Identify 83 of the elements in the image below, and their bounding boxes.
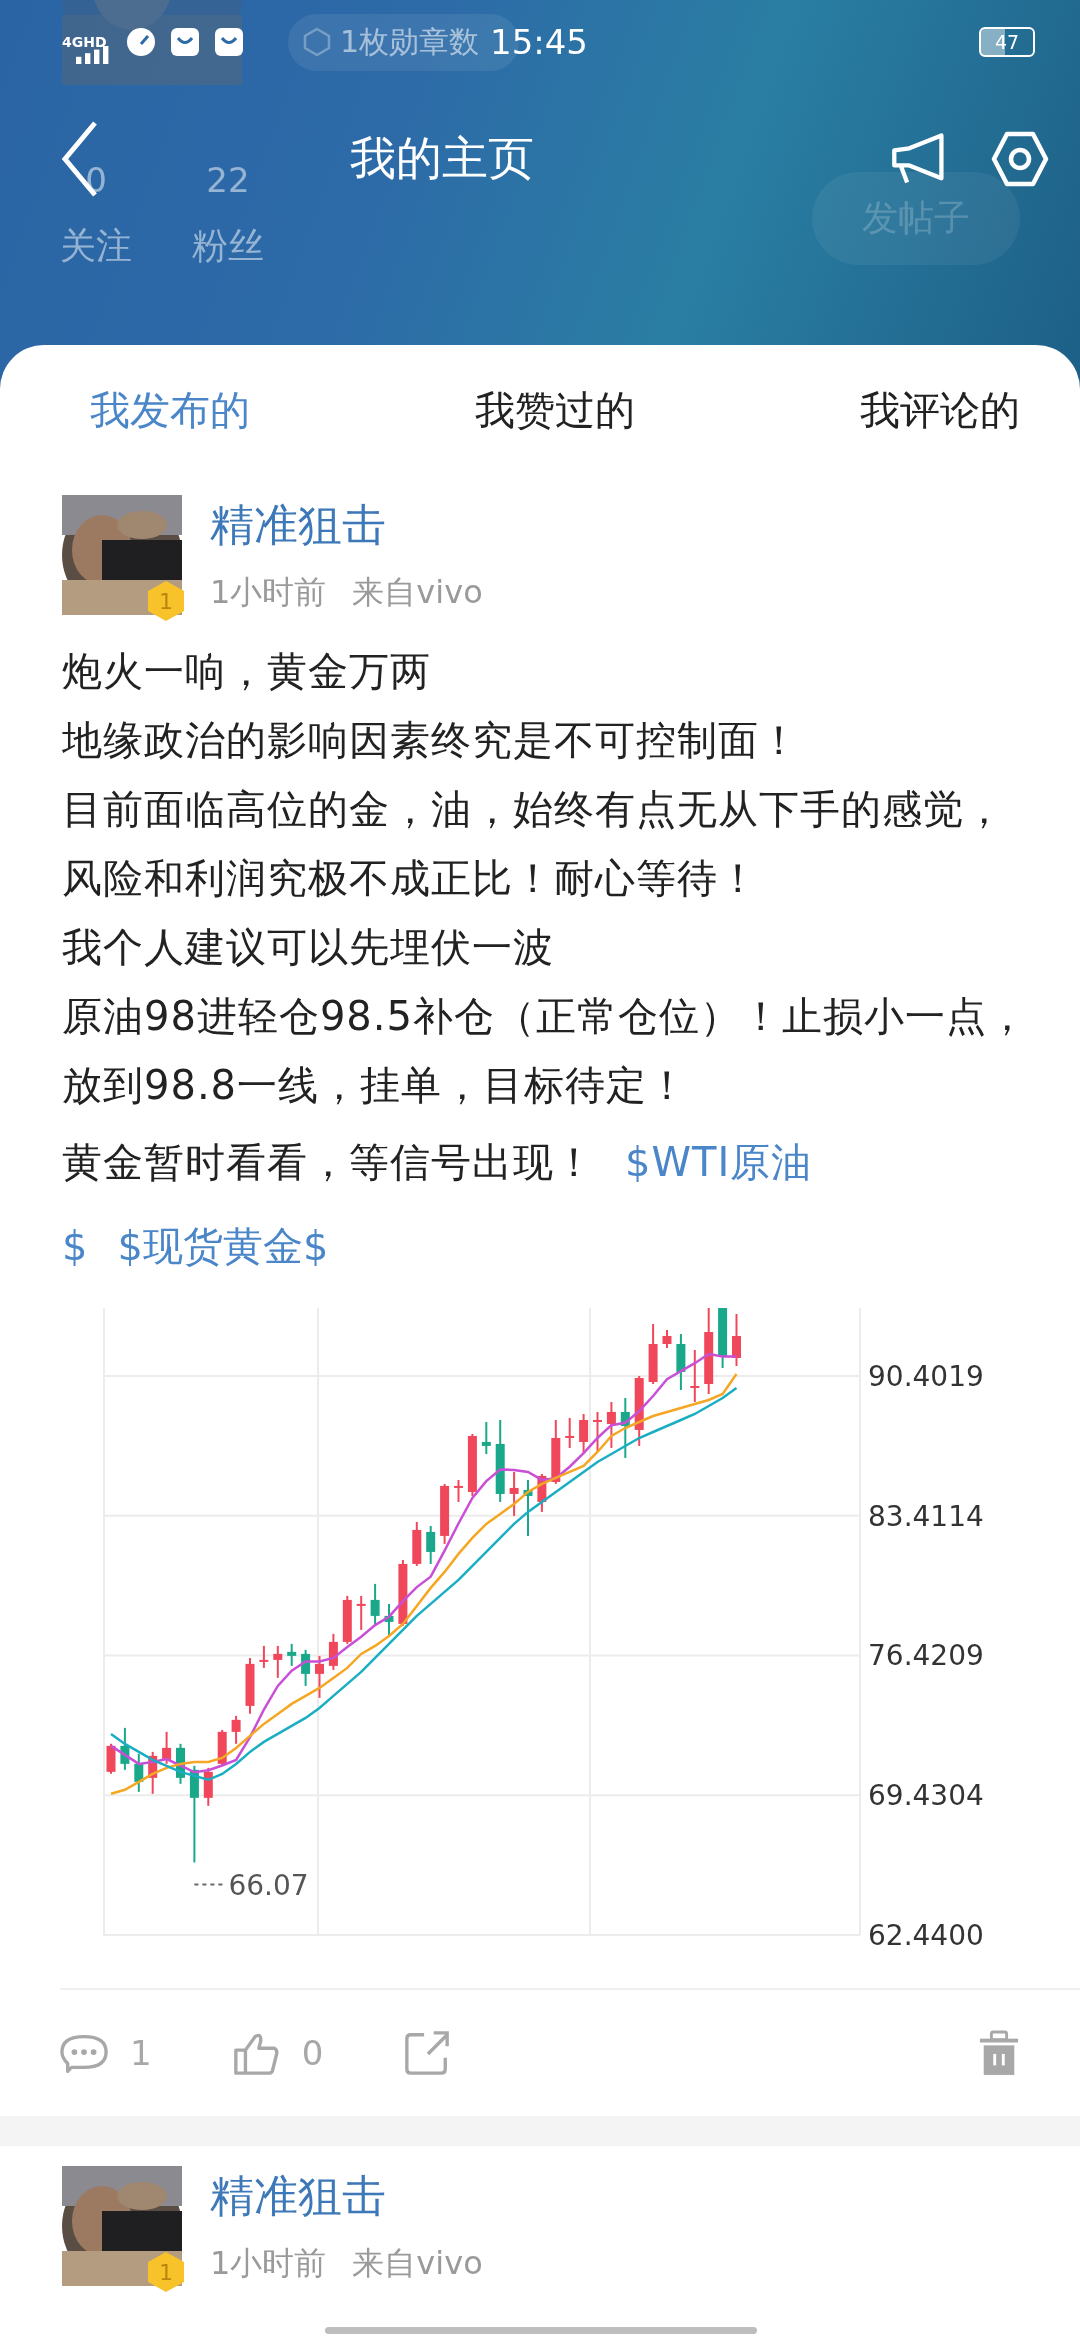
trash-icon[interactable] bbox=[978, 2029, 1020, 2077]
post-time: 1小时前 bbox=[210, 2242, 327, 2284]
candle bbox=[203, 1766, 213, 1807]
post-text: 地缘政治的影响因素终究是不可控制面！ bbox=[62, 716, 801, 765]
medal-icon bbox=[302, 27, 332, 57]
candle bbox=[245, 1656, 255, 1715]
candle bbox=[287, 1642, 297, 1667]
medal-count: 1枚勋章数 bbox=[340, 22, 480, 61]
candle bbox=[176, 1742, 185, 1785]
tab[interactable]: 我赞过的 bbox=[475, 382, 635, 438]
candle bbox=[662, 1329, 672, 1349]
bag-icon bbox=[214, 27, 244, 57]
axis-tick-label: 83.4114 bbox=[868, 1499, 984, 1533]
following-label: 关注 bbox=[60, 224, 132, 268]
candle bbox=[412, 1520, 422, 1567]
bag-icon bbox=[170, 27, 200, 57]
post-text: 炮火一响，黄金万两 bbox=[62, 647, 432, 696]
candle bbox=[676, 1333, 686, 1391]
candle bbox=[648, 1323, 658, 1385]
post-text: 我个人建议可以先埋伏一波 bbox=[62, 923, 555, 972]
candle bbox=[120, 1726, 130, 1771]
axis-tick-label: 62.4400 bbox=[868, 1919, 984, 1952]
post-time: 1小时前 bbox=[210, 571, 327, 613]
candle bbox=[620, 1396, 630, 1459]
topic-link[interactable]: $WTI原油 bbox=[625, 1139, 813, 1185]
followers-count: 22 bbox=[206, 160, 250, 200]
post-source: 来自vivo bbox=[352, 2242, 483, 2284]
axis-tick-label: 90.4019 bbox=[868, 1359, 984, 1393]
comment-count: 1 bbox=[130, 2033, 152, 2073]
battery-level: 47 bbox=[994, 31, 1020, 53]
post-text: 目前面临高位的金，油，始终有点无从下手的感觉，风险和利润究极不成正比！耐心等待！ bbox=[62, 785, 1006, 903]
tab[interactable]: 我评论的 bbox=[860, 382, 1020, 438]
candle bbox=[732, 1313, 741, 1367]
gauge-icon bbox=[126, 27, 156, 57]
candle bbox=[523, 1478, 533, 1537]
candle bbox=[467, 1432, 477, 1497]
candle bbox=[342, 1594, 352, 1645]
axis-tick-label: 76.4209 bbox=[868, 1639, 984, 1673]
candle bbox=[426, 1524, 436, 1565]
axis-tick-label: 69.4304 bbox=[868, 1779, 984, 1813]
candle bbox=[509, 1470, 519, 1517]
low-price-label: 66.07 bbox=[228, 1869, 309, 1903]
candle bbox=[148, 1750, 158, 1795]
candle bbox=[606, 1400, 616, 1449]
candle bbox=[162, 1730, 172, 1765]
settings-icon[interactable] bbox=[990, 129, 1050, 189]
candle bbox=[301, 1648, 311, 1687]
tab[interactable]: 我发布的 bbox=[90, 382, 250, 438]
share-icon[interactable] bbox=[403, 2029, 452, 2077]
candle bbox=[134, 1752, 144, 1793]
candle bbox=[690, 1349, 700, 1403]
candle bbox=[454, 1478, 463, 1503]
candle bbox=[231, 1714, 241, 1745]
page-title: 我的主页 bbox=[350, 130, 534, 187]
topic-link[interactable]: $ bbox=[62, 1223, 88, 1269]
post-source: 来自vivo bbox=[352, 571, 483, 613]
followers-label: 粉丝 bbox=[192, 224, 264, 268]
clock: 15:45 bbox=[490, 22, 588, 62]
candle bbox=[565, 1416, 575, 1449]
candle bbox=[440, 1482, 450, 1545]
candle bbox=[481, 1420, 491, 1455]
topic-link[interactable]: $现货黄金$ bbox=[117, 1223, 329, 1269]
candle bbox=[273, 1644, 283, 1679]
candle bbox=[398, 1558, 408, 1627]
author-name[interactable]: 精准狙击 bbox=[210, 495, 483, 555]
candle bbox=[106, 1742, 116, 1775]
candle bbox=[718, 1308, 728, 1369]
candle bbox=[356, 1594, 366, 1631]
candle bbox=[551, 1418, 561, 1485]
post-text: 黄金暂时看看，等信号出现！ $WTI原油 bbox=[62, 1138, 814, 1187]
candle bbox=[384, 1602, 394, 1637]
candle bbox=[259, 1644, 269, 1669]
candle bbox=[634, 1375, 644, 1447]
candle bbox=[315, 1654, 324, 1699]
candle bbox=[537, 1472, 547, 1513]
candle bbox=[328, 1632, 338, 1671]
candle bbox=[593, 1410, 602, 1453]
post-text: 原油98进轻仓98.5补仓（正常仓位）！止损小一点，放到98.8一线，挂单，目标待定！ bbox=[62, 992, 1029, 1110]
like-count: 0 bbox=[301, 2033, 324, 2073]
network-label: 4GHD bbox=[62, 35, 106, 49]
candle bbox=[217, 1728, 227, 1767]
author-name[interactable]: 精准狙击 bbox=[210, 2166, 483, 2226]
candle bbox=[370, 1582, 380, 1627]
